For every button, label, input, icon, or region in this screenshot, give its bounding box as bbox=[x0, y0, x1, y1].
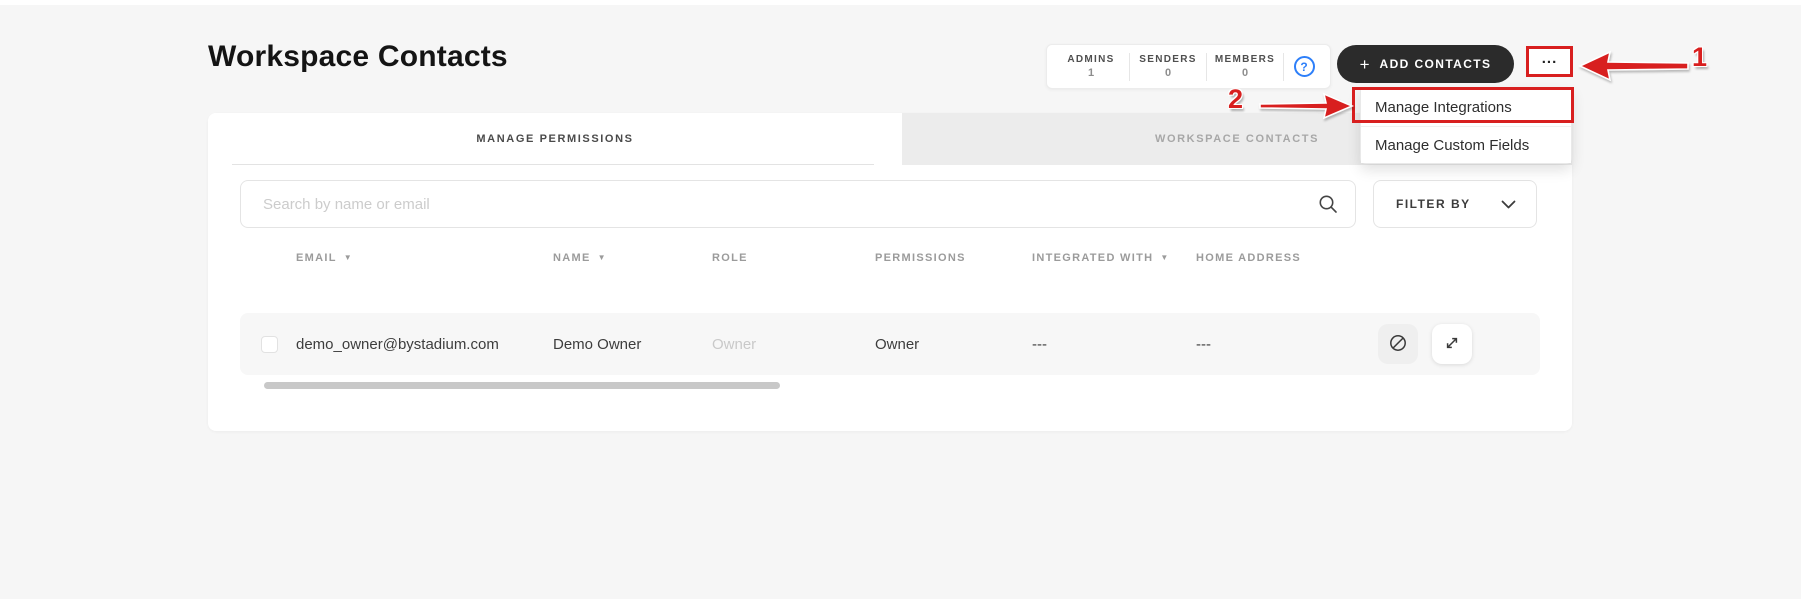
cell-permissions: Owner bbox=[875, 335, 920, 353]
tab-manage-permissions[interactable]: MANAGE PERMISSIONS bbox=[208, 113, 902, 165]
add-contacts-label: ADD CONTACTS bbox=[1379, 57, 1492, 71]
column-header-integrated-with[interactable]: INTEGRATED WITH ▼ bbox=[1032, 252, 1170, 264]
block-contact-button[interactable] bbox=[1378, 324, 1418, 364]
annotation-arrow-1 bbox=[1578, 49, 1690, 88]
stat-members: MEMBERS 0 bbox=[1207, 54, 1283, 79]
annotation-number-1: 1 bbox=[1692, 42, 1708, 72]
chevron-down-icon bbox=[1501, 197, 1516, 212]
page-title: Workspace Contacts bbox=[208, 40, 508, 73]
add-contacts-button[interactable]: + ADD CONTACTS bbox=[1337, 45, 1514, 83]
expand-contact-button[interactable] bbox=[1432, 324, 1472, 364]
stat-admins-label: ADMINS bbox=[1067, 54, 1115, 65]
cell-email: demo_owner@bystadium.com bbox=[296, 335, 499, 353]
block-icon bbox=[1388, 333, 1408, 356]
top-edge-strip bbox=[0, 0, 1801, 5]
search-input[interactable] bbox=[240, 180, 1356, 228]
sort-icon[interactable]: ▼ bbox=[344, 254, 353, 262]
cell-role: Owner bbox=[712, 335, 757, 353]
table-header: EMAIL ▼ NAME ▼ ROLE PERMISSIONS INTEGRAT… bbox=[208, 252, 1572, 268]
stat-members-value: 0 bbox=[1241, 67, 1249, 79]
search-wrap bbox=[240, 180, 1356, 228]
stat-senders-value: 0 bbox=[1164, 67, 1172, 79]
stat-senders: SENDERS 0 bbox=[1130, 54, 1206, 79]
row-checkbox[interactable] bbox=[261, 336, 278, 353]
cell-integrated-with: --- bbox=[1032, 335, 1047, 353]
stat-admins-value: 1 bbox=[1087, 67, 1095, 79]
table-row: demo_owner@bystadium.com Demo Owner Owne… bbox=[240, 313, 1540, 375]
contact-stats-panel: ADMINS 1 SENDERS 0 MEMBERS 0 ? bbox=[1046, 44, 1331, 89]
more-options-button[interactable]: ... bbox=[1526, 46, 1573, 77]
sort-icon[interactable]: ▼ bbox=[1160, 254, 1169, 262]
stat-admins: ADMINS 1 bbox=[1053, 54, 1129, 79]
filter-by-label: FILTER BY bbox=[1396, 197, 1471, 211]
cell-home-address: --- bbox=[1196, 335, 1211, 353]
expand-icon bbox=[1443, 334, 1461, 355]
plus-icon: + bbox=[1359, 54, 1370, 74]
search-icon bbox=[1318, 194, 1338, 219]
column-header-email[interactable]: EMAIL ▼ bbox=[296, 252, 353, 264]
menu-item-manage-custom-fields[interactable]: Manage Custom Fields bbox=[1361, 126, 1571, 163]
stat-members-label: MEMBERS bbox=[1214, 54, 1276, 65]
more-options-menu: Manage Integrations Manage Custom Fields bbox=[1360, 88, 1572, 164]
help-icon: ? bbox=[1293, 56, 1315, 77]
stat-senders-label: SENDERS bbox=[1139, 54, 1197, 65]
help-button[interactable]: ? bbox=[1284, 56, 1324, 77]
column-header-name[interactable]: NAME ▼ bbox=[553, 252, 607, 264]
menu-item-manage-integrations[interactable]: Manage Integrations bbox=[1361, 89, 1571, 126]
filter-by-button[interactable]: FILTER BY bbox=[1373, 180, 1537, 228]
workspace-contacts-page: Workspace Contacts ADMINS 1 SENDERS 0 ME… bbox=[0, 0, 1801, 599]
column-header-home-address: HOME ADDRESS bbox=[1196, 252, 1302, 264]
column-header-role: ROLE bbox=[712, 252, 748, 264]
sort-icon[interactable]: ▼ bbox=[598, 254, 607, 262]
horizontal-scrollbar-thumb[interactable] bbox=[264, 382, 780, 389]
column-header-permissions: PERMISSIONS bbox=[875, 252, 966, 264]
cell-name: Demo Owner bbox=[553, 335, 642, 353]
